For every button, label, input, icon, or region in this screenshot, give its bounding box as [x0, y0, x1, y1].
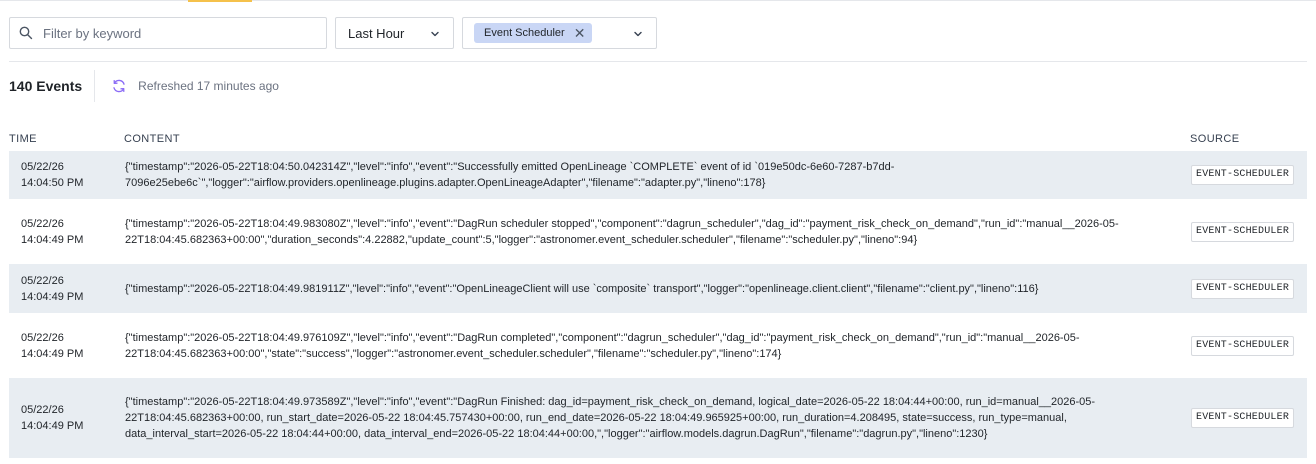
- row-time: 05/22/26 14:04:49 PM: [9, 313, 124, 378]
- row-date: 05/22/26: [21, 161, 64, 173]
- chevron-down-icon: [431, 31, 439, 37]
- table-row[interactable]: 05/22/26 14:04:49 PM {"timestamp":"2026-0…: [9, 263, 1307, 314]
- row-content: {"timestamp":"2026-05-22T18:04:49.981911…: [124, 263, 1190, 314]
- table-row[interactable]: 05/22/26 14:04:50 PM {"timestamp":"2026-0…: [9, 150, 1307, 200]
- row-content: {"timestamp":"2026-05-22T18:04:49.983080…: [124, 199, 1190, 264]
- source-badge: EVENT-SCHEDULER: [1191, 278, 1295, 299]
- source-badge: EVENT-SCHEDULER: [1191, 335, 1295, 356]
- row-time: 05/22/26 14:04:49 PM: [9, 377, 124, 458]
- search-icon: [19, 26, 33, 40]
- divider: [9, 61, 1307, 62]
- row-date: 05/22/26: [21, 274, 64, 287]
- summary-divider: [94, 70, 96, 102]
- row-source: EVENT-SCHEDULER: [1190, 313, 1307, 378]
- column-header-content[interactable]: CONTENT: [124, 128, 1190, 151]
- row-date: 05/22/26: [21, 331, 64, 344]
- table-row[interactable]: 05/22/26 14:04:49 PM {"timestamp":"2026-0…: [9, 199, 1307, 264]
- row-source: EVENT-SCHEDULER: [1190, 199, 1307, 264]
- row-clock: 14:04:49 PM: [21, 290, 84, 303]
- active-tab-indicator: [188, 0, 252, 2]
- row-content: {"timestamp":"2026-05-22T18:04:49.973589…: [124, 377, 1190, 458]
- source-badge: EVENT-SCHEDULER: [1191, 407, 1295, 428]
- refreshed-status: Refreshed 17 minutes ago: [138, 79, 279, 93]
- column-header-time[interactable]: TIME: [9, 128, 124, 151]
- events-table: TIME CONTENT SOURCE 05/22/26 14:04:50 PM …: [9, 128, 1307, 458]
- source-select[interactable]: Event Scheduler ✕: [462, 17, 657, 49]
- refresh-icon[interactable]: [111, 78, 127, 94]
- event-count: 140 Events: [9, 78, 83, 94]
- row-clock: 14:04:49 PM: [21, 233, 84, 246]
- filter-bar: Filter by keyword Last Hour Event Schedu…: [9, 17, 657, 49]
- source-badge: EVENT-SCHEDULER: [1191, 221, 1295, 242]
- row-clock: 14:04:50 PM: [21, 177, 84, 189]
- search-placeholder: Filter by keyword: [43, 25, 142, 41]
- row-date: 05/22/26: [21, 217, 64, 230]
- source-chip-label: Event Scheduler: [484, 27, 565, 39]
- chevron-down-icon[interactable]: [632, 28, 644, 40]
- time-range-select[interactable]: Last Hour: [335, 17, 454, 49]
- row-content: {"timestamp":"2026-05-22T18:04:50.042314…: [124, 150, 1190, 200]
- row-source: EVENT-SCHEDULER: [1190, 150, 1307, 200]
- source-badge: EVENT-SCHEDULER: [1191, 165, 1295, 185]
- column-header-source[interactable]: SOURCE: [1190, 128, 1307, 151]
- table-header: TIME CONTENT SOURCE: [9, 128, 1307, 151]
- table-row[interactable]: 05/22/26 14:04:49 PM {"timestamp":"2026-0…: [9, 313, 1307, 378]
- row-clock: 14:04:49 PM: [21, 347, 84, 360]
- search-input[interactable]: Filter by keyword: [9, 17, 327, 49]
- events-summary: 140 Events Refreshed 17 minutes ago: [9, 70, 279, 102]
- source-chip: Event Scheduler ✕: [474, 23, 593, 43]
- row-content: {"timestamp":"2026-05-22T18:04:49.976109…: [124, 313, 1190, 378]
- remove-chip-icon[interactable]: ✕: [574, 26, 586, 40]
- row-clock: 14:04:49 PM: [21, 419, 84, 432]
- row-date: 05/22/26: [21, 403, 64, 416]
- time-range-value: Last Hour: [348, 25, 405, 41]
- row-source: EVENT-SCHEDULER: [1190, 377, 1307, 458]
- row-source: EVENT-SCHEDULER: [1190, 263, 1307, 314]
- row-time: 05/22/26 14:04:49 PM: [9, 199, 124, 264]
- row-time: 05/22/26 14:04:50 PM: [9, 150, 124, 200]
- row-time: 05/22/26 14:04:49 PM: [9, 263, 124, 314]
- table-row[interactable]: 05/22/26 14:04:49 PM {"timestamp":"2026-0…: [9, 377, 1307, 458]
